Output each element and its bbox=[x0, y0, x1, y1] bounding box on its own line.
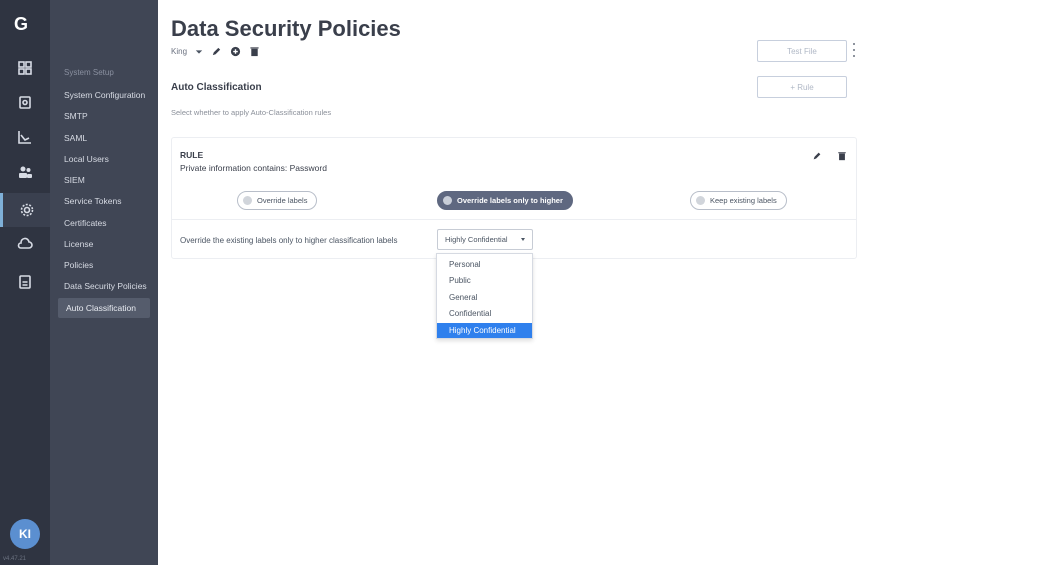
gear-icon[interactable] bbox=[0, 193, 50, 227]
radio-dot-icon bbox=[443, 196, 452, 205]
subnav-item-system-configuration[interactable]: System Configuration bbox=[64, 90, 145, 100]
option-label: Override labels bbox=[257, 196, 308, 205]
option-label: Override labels only to higher bbox=[457, 196, 563, 205]
avatar[interactable]: KI bbox=[10, 519, 40, 549]
subnav-item-smtp[interactable]: SMTP bbox=[64, 111, 88, 121]
rule-description: Private information contains: Password bbox=[180, 163, 327, 173]
dropdown-option-general[interactable]: General bbox=[437, 290, 532, 305]
option-keep-existing[interactable]: Keep existing labels bbox=[690, 191, 787, 210]
app-logo[interactable]: G bbox=[14, 14, 36, 36]
chart-icon[interactable] bbox=[15, 127, 35, 147]
clipboard-icon[interactable] bbox=[15, 92, 35, 112]
dropdown-option-public[interactable]: Public bbox=[437, 273, 532, 288]
dropdown-option-highly-confidential[interactable]: Highly Confidential bbox=[437, 323, 532, 338]
users-icon[interactable] bbox=[15, 162, 35, 182]
rule-card: RULE Private information contains: Passw… bbox=[171, 137, 857, 259]
settings-subnav: System Setup System Configuration SMTP S… bbox=[50, 0, 158, 565]
option-override-higher[interactable]: Override labels only to higher bbox=[437, 191, 573, 210]
radio-dot-icon bbox=[696, 196, 705, 205]
icon-rail: G KI v4.47.21 bbox=[0, 0, 50, 565]
policy-toolbar: King bbox=[171, 46, 260, 57]
add-circle-icon[interactable] bbox=[230, 46, 241, 57]
section-subtitle: Select whether to apply Auto-Classificat… bbox=[171, 108, 332, 117]
caret-down-icon bbox=[521, 238, 525, 241]
option-label: Keep existing labels bbox=[710, 196, 777, 205]
dropdown-option-confidential[interactable]: Confidential bbox=[437, 306, 532, 321]
select-value: Highly Confidential bbox=[445, 235, 508, 244]
subnav-item-local-users[interactable]: Local Users bbox=[64, 154, 109, 164]
test-file-button[interactable]: Test File bbox=[757, 40, 847, 62]
subnav-item-auto-classification[interactable]: Auto Classification bbox=[58, 298, 150, 318]
override-description: Override the existing labels only to hig… bbox=[180, 236, 398, 245]
classification-dropdown: Personal Public General Confidential Hig… bbox=[436, 253, 533, 339]
subnav-item-saml[interactable]: SAML bbox=[64, 133, 87, 143]
subnav-item-certificates[interactable]: Certificates bbox=[64, 218, 107, 228]
grid-icon[interactable] bbox=[15, 58, 35, 78]
main-content: Data Security Policies King Test File + … bbox=[158, 0, 1043, 565]
version-label: v4.47.21 bbox=[3, 556, 27, 562]
rule-label: RULE bbox=[180, 150, 204, 160]
section-title: Auto Classification bbox=[171, 82, 262, 93]
subnav-item-data-security-policies[interactable]: Data Security Policies bbox=[64, 281, 147, 291]
add-rule-button[interactable]: + Rule bbox=[757, 76, 847, 98]
subnav-group-label: System Setup bbox=[64, 68, 114, 77]
trash-icon[interactable] bbox=[837, 151, 847, 161]
page-title: Data Security Policies bbox=[171, 16, 401, 41]
classification-select[interactable]: Highly Confidential bbox=[437, 229, 533, 250]
subnav-item-service-tokens[interactable]: Service Tokens bbox=[64, 196, 121, 206]
pencil-icon[interactable] bbox=[812, 151, 822, 161]
subnav-item-siem[interactable]: SIEM bbox=[64, 175, 85, 185]
subnav-item-license[interactable]: License bbox=[64, 239, 93, 249]
user-selector[interactable]: King bbox=[171, 47, 187, 56]
more-menu-icon[interactable] bbox=[851, 43, 857, 57]
chevron-down-icon[interactable] bbox=[195, 48, 203, 56]
trash-icon[interactable] bbox=[249, 46, 260, 57]
report-icon[interactable] bbox=[15, 272, 35, 292]
radio-dot-icon bbox=[243, 196, 252, 205]
cloud-icon[interactable] bbox=[15, 234, 35, 254]
pencil-icon[interactable] bbox=[211, 46, 222, 57]
option-override-labels[interactable]: Override labels bbox=[237, 191, 318, 210]
dropdown-option-personal[interactable]: Personal bbox=[437, 257, 532, 272]
subnav-item-policies[interactable]: Policies bbox=[64, 260, 93, 270]
divider bbox=[172, 219, 856, 220]
